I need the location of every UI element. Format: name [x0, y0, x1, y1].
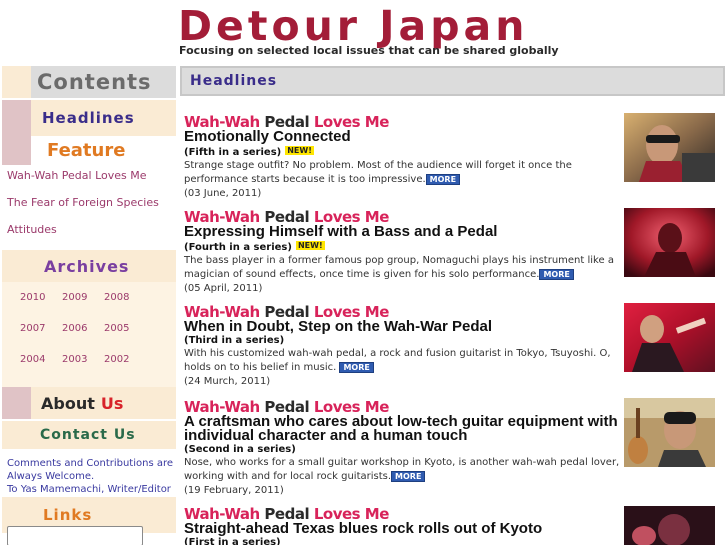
article-date: (19 February, 2011) — [184, 485, 284, 496]
series-number: (Third in a series) — [184, 335, 285, 346]
sidebar-square — [2, 250, 31, 282]
sidebar-archives-title: Archives — [31, 250, 176, 282]
archive-year-link[interactable]: 2007 — [20, 323, 62, 354]
sidebar-item-headlines[interactable]: Headlines — [2, 100, 176, 136]
sidebar-item-contact[interactable]: Contact Us — [2, 421, 176, 449]
sidebar-contents-header: Contents — [2, 66, 176, 98]
new-badge: NEW! — [295, 241, 325, 250]
series-number: (Fourth in a series) NEW! — [184, 241, 325, 253]
about-word: About — [41, 393, 95, 413]
article-summary: With his customized wah-wah pedal, a roc… — [184, 348, 611, 373]
sidebar-contents-title: Contents — [31, 66, 176, 98]
sidebar-contact-label[interactable]: Contact Us — [31, 421, 176, 449]
article-thumbnail[interactable] — [624, 113, 715, 182]
contact-note-line[interactable]: To Yas Mamemachi, Writer/Editor — [7, 483, 176, 496]
article-item: Wah-Wah Pedal Loves Me Emotionally Conne… — [184, 114, 624, 201]
sidebar-item-about[interactable]: About Us — [2, 387, 176, 419]
site-logo[interactable]: Detour Japan — [178, 4, 528, 48]
sidebar-square — [2, 136, 31, 165]
article-summary: The bass player in a former famous pop g… — [184, 255, 614, 280]
new-badge: NEW! — [285, 146, 314, 155]
archive-year-link[interactable]: 2002 — [104, 354, 146, 385]
article-thumbnail[interactable] — [624, 506, 715, 545]
headlines-bar-title: Headlines — [190, 73, 278, 89]
article-headline[interactable]: When in Doubt, Step on the Wah-War Pedal — [184, 319, 624, 334]
headlines-bar: Headlines — [180, 66, 725, 96]
article-item: Wah-Wah Pedal Loves Me Expressing Himsel… — [184, 209, 624, 296]
more-button[interactable]: MORE — [425, 174, 461, 185]
series-number: (First in a series) — [184, 537, 281, 545]
article-item: Wah-Wah Pedal Loves Me Straight-ahead Te… — [184, 506, 624, 545]
article-summary: Strange stage outfit? No problem. Most o… — [184, 160, 572, 185]
archive-year-link[interactable]: 2009 — [62, 292, 104, 323]
sidebar-about-label[interactable]: About Us — [31, 387, 176, 419]
more-button[interactable]: MORE — [339, 362, 374, 373]
sidebar-text-input[interactable] — [7, 526, 143, 545]
feature-link-list: Wah-Wah Pedal Loves Me The Fear of Forei… — [2, 165, 176, 248]
sidebar-archives-header: Archives — [2, 250, 176, 282]
archive-year-link[interactable]: 2003 — [62, 354, 104, 385]
more-button[interactable]: MORE — [539, 269, 574, 280]
archive-year-link[interactable]: 2004 — [20, 354, 62, 385]
article-item: Wah-Wah Pedal Loves Me A craftsman who c… — [184, 399, 624, 498]
series-number: (Second in a series) — [184, 444, 296, 455]
article-thumbnail[interactable] — [624, 208, 715, 277]
sidebar-square — [2, 66, 31, 98]
contact-note-line: Comments and Contributions are — [7, 458, 174, 469]
site-tagline: Focusing on selected local issues that c… — [179, 44, 559, 57]
article-date: (03 June, 2011) — [184, 188, 262, 199]
article-headline[interactable]: Straight-ahead Texas blues rock rolls ou… — [184, 521, 624, 536]
sidebar-feature-header: Feature — [2, 136, 176, 165]
feature-link-attitudes[interactable]: Attitudes — [2, 221, 176, 248]
archive-year-link[interactable]: 2005 — [104, 323, 146, 354]
contact-note-line: Always Welcome. — [7, 471, 95, 482]
article-headline[interactable]: Emotionally Connected — [184, 129, 624, 144]
archive-year-row: 2004 2003 2002 — [2, 354, 176, 385]
archive-year-link[interactable]: 2008 — [104, 292, 146, 323]
archive-year-link[interactable]: 2010 — [20, 292, 62, 323]
contact-note: Comments and Contributions are Always We… — [2, 449, 176, 497]
article-date: (05 April, 2011) — [184, 283, 263, 294]
sidebar-square — [2, 387, 31, 419]
archive-year-link[interactable]: 2006 — [62, 323, 104, 354]
sidebar-square — [2, 100, 31, 136]
feature-link-wah-wah[interactable]: Wah-Wah Pedal Loves Me — [2, 167, 176, 194]
archive-year-row: 2010 2009 2008 — [2, 292, 176, 323]
sidebar-square — [2, 421, 31, 449]
sidebar-headlines-label[interactable]: Headlines — [31, 100, 176, 136]
archive-years: 2010 2009 2008 2007 2006 2005 2004 2003 … — [2, 282, 176, 387]
article-headline[interactable]: A craftsman who cares about low-tech gui… — [184, 414, 624, 443]
article-thumbnail[interactable] — [624, 398, 715, 467]
article-summary: Nose, who works for a small guitar works… — [184, 457, 620, 482]
sidebar-feature-title: Feature — [31, 136, 176, 165]
archive-year-row: 2007 2006 2005 — [2, 323, 176, 354]
article-thumbnail[interactable] — [624, 303, 715, 372]
series-number: (Fifth in a series) NEW! — [184, 146, 314, 158]
article-headline[interactable]: Expressing Himself with a Bass and a Ped… — [184, 224, 624, 239]
feature-link-foreign-species[interactable]: The Fear of Foreign Species — [2, 194, 176, 221]
article-date: (24 Murch, 2011) — [184, 376, 271, 387]
us-word: Us — [100, 393, 124, 413]
more-button[interactable]: MORE — [391, 471, 426, 482]
article-item: Wah-Wah Pedal Loves Me When in Doubt, St… — [184, 304, 624, 389]
sidebar: Contents Headlines Feature Wah-Wah Pedal… — [2, 66, 176, 533]
